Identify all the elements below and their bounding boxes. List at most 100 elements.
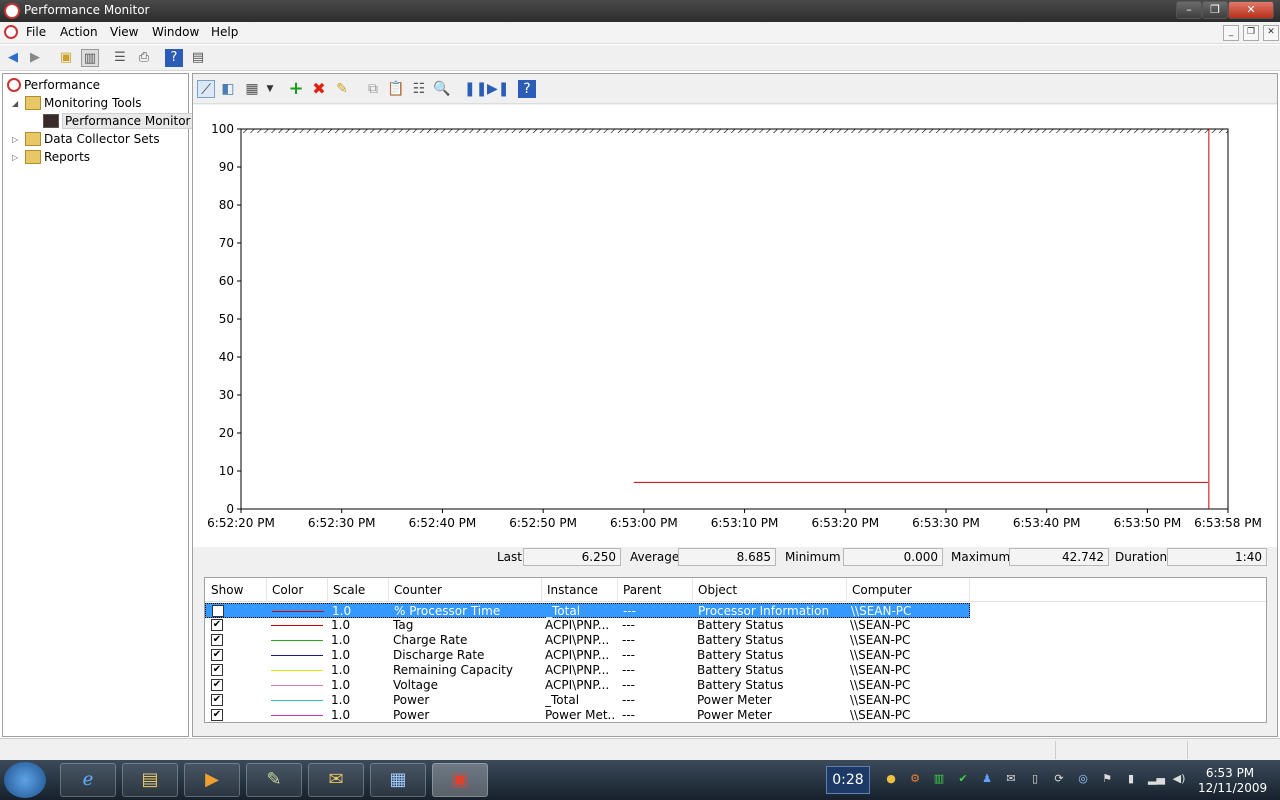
legend-row[interactable]: ✔ 1.0 Power _Total --- Power Meter \\SEAN-PC xyxy=(205,693,970,708)
network-monitor-icon[interactable]: ▥ xyxy=(932,772,946,786)
show-checkbox[interactable]: ✔ xyxy=(211,694,223,706)
legend-row[interactable]: 1.0 % Processor Time _Total --- Processor In… xyxy=(205,603,970,618)
mail-app-icon[interactable]: ✉ xyxy=(308,763,364,797)
x-tick-label: 6:53:20 PM xyxy=(811,516,879,530)
header-object[interactable]: Object xyxy=(698,583,737,597)
tree-item-reports[interactable]: Reports xyxy=(25,148,90,166)
cell-counter: Remaining Capacity xyxy=(393,663,513,677)
color-swatch xyxy=(271,685,323,686)
menu-action[interactable]: Action xyxy=(60,25,98,39)
legend-row[interactable]: ✔ 1.0 Discharge Rate ACPI\PNP... --- Battery … xyxy=(205,648,970,663)
show-checkbox[interactable]: ✔ xyxy=(211,664,223,676)
legend-row[interactable]: ✔ 1.0 Tag ACPI\PNP... --- Battery Status \\SEA… xyxy=(205,618,970,633)
help-icon[interactable]: ? xyxy=(518,80,536,98)
show-checkbox[interactable]: ✔ xyxy=(211,634,223,646)
freeze-display-icon[interactable]: ❚❚ xyxy=(464,80,487,98)
header-computer[interactable]: Computer xyxy=(852,583,912,597)
change-graph-type-icon[interactable]: ▦ xyxy=(243,80,261,98)
properties-icon[interactable]: ☰ xyxy=(111,49,129,67)
view-current-activity-icon[interactable]: ⟋ xyxy=(197,80,215,98)
reports-icon xyxy=(25,150,41,164)
wireless-signal-icon[interactable]: ▂▄ xyxy=(1148,772,1165,786)
windows-explorer-icon[interactable]: ▤ xyxy=(122,763,178,797)
mdi-close-button[interactable]: ✕ xyxy=(1263,25,1279,41)
show-action-pane-icon[interactable]: ▤ xyxy=(189,49,207,67)
menu-help[interactable]: Help xyxy=(211,25,238,39)
help-icon[interactable]: ? xyxy=(165,49,183,67)
checkmark-icon[interactable]: ✔ xyxy=(956,772,970,786)
sync-icon[interactable]: ⟳ xyxy=(1052,772,1066,786)
power-icon[interactable]: ▮ xyxy=(1124,772,1138,786)
y-tick-label: 60 xyxy=(219,274,234,288)
update-data-icon[interactable]: ▶❚ xyxy=(487,80,510,98)
tree-item-performance-monitor[interactable]: Performance Monitor xyxy=(43,112,194,130)
header-scale[interactable]: Scale xyxy=(333,583,365,597)
show-checkbox[interactable]: ✔ xyxy=(211,619,223,631)
system-menu-icon[interactable] xyxy=(4,25,18,39)
legend-row[interactable]: ✔ 1.0 Voltage ACPI\PNP... --- Battery Status \… xyxy=(205,678,970,693)
properties-icon[interactable]: ☷ xyxy=(410,80,428,98)
start-button[interactable] xyxy=(4,762,46,798)
users-icon[interactable]: ♟ xyxy=(980,772,994,786)
close-button[interactable]: ✕ xyxy=(1228,1,1274,19)
expand-icon[interactable]: ▷ xyxy=(12,153,18,162)
header-show[interactable]: Show xyxy=(211,583,243,597)
control-panel-icon[interactable]: ▦ xyxy=(370,763,426,797)
cell-parent: --- xyxy=(622,618,635,632)
expand-icon[interactable]: ▷ xyxy=(12,135,18,144)
show-checkbox[interactable] xyxy=(212,605,224,617)
internet-explorer-icon[interactable]: ℯ xyxy=(60,763,116,797)
menu-file[interactable]: File xyxy=(26,25,46,39)
back-icon[interactable]: ◀ xyxy=(4,49,22,67)
copy-properties-icon[interactable]: ⧉ xyxy=(364,80,382,98)
timer-badge[interactable]: 0:28 xyxy=(826,766,870,794)
device-icon[interactable]: ▯ xyxy=(1028,772,1042,786)
settings-gear-icon[interactable]: ⚙ xyxy=(908,772,922,786)
forward-icon[interactable]: ▶ xyxy=(26,49,44,67)
tree-item-monitoring-tools[interactable]: Monitoring Tools xyxy=(25,94,142,112)
cell-scale: 1.0 xyxy=(331,663,351,677)
legend-row[interactable]: ✔ 1.0 Power Power Met... --- Power Meter \\SEA… xyxy=(205,708,970,723)
header-instance[interactable]: Instance xyxy=(547,583,598,597)
maximize-button[interactable]: ❐ xyxy=(1202,1,1228,19)
show-checkbox[interactable]: ✔ xyxy=(211,709,223,721)
media-player-icon[interactable]: ▶ xyxy=(184,763,240,797)
show-checkbox[interactable]: ✔ xyxy=(211,679,223,691)
header-counter[interactable]: Counter xyxy=(394,583,442,597)
y-tick-label: 10 xyxy=(219,464,234,478)
minimize-button[interactable]: – xyxy=(1176,1,1202,19)
performance-monitor-taskbar-icon[interactable]: ▣ xyxy=(432,763,488,797)
notes-app-icon[interactable]: ✎ xyxy=(246,763,302,797)
mdi-minimize-button[interactable]: _ xyxy=(1223,25,1239,41)
chevron-down-icon[interactable]: ▼ xyxy=(261,80,279,98)
collapse-icon[interactable]: ◢ xyxy=(12,99,18,108)
add-counter-icon[interactable]: + xyxy=(287,80,305,98)
legend-row[interactable]: ✔ 1.0 Remaining Capacity ACPI\PNP... --- Batt… xyxy=(205,663,970,678)
cell-scale: 1.0 xyxy=(331,708,351,722)
menu-window[interactable]: Window xyxy=(152,25,199,39)
paste-counter-list-icon[interactable]: 📋 xyxy=(387,80,405,98)
mdi-restore-button[interactable]: ❐ xyxy=(1243,25,1259,41)
show-hide-tree-icon[interactable]: ▥ xyxy=(81,49,99,67)
menu-view[interactable]: View xyxy=(110,25,138,39)
header-color[interactable]: Color xyxy=(272,583,303,597)
show-checkbox[interactable]: ✔ xyxy=(211,649,223,661)
message-icon[interactable]: ✉ xyxy=(1004,772,1018,786)
cell-instance: ACPI\PNP... xyxy=(545,663,610,677)
header-parent[interactable]: Parent xyxy=(623,583,661,597)
tree-item-performance[interactable]: Performance xyxy=(7,76,100,94)
user-icon[interactable]: ● xyxy=(884,772,898,786)
drive-icon[interactable]: ◎ xyxy=(1076,772,1090,786)
system-clock[interactable]: 6:53 PM 12/11/2009 xyxy=(1198,766,1267,796)
delete-counter-icon[interactable]: ✖ xyxy=(310,80,328,98)
highlight-icon[interactable]: ✎ xyxy=(333,80,351,98)
legend-row[interactable]: ✔ 1.0 Charge Rate ACPI\PNP... --- Battery Sta… xyxy=(205,633,970,648)
x-tick-label: 6:53:10 PM xyxy=(711,516,779,530)
zoom-icon[interactable]: 🔍 xyxy=(433,80,451,98)
action-center-flag-icon[interactable]: ⚑ xyxy=(1100,772,1114,786)
volume-icon[interactable]: ◀) xyxy=(1172,772,1186,786)
tree-item-data-collector-sets[interactable]: Data Collector Sets xyxy=(25,130,160,148)
view-log-data-icon[interactable]: ◧ xyxy=(219,80,237,98)
print-icon[interactable]: ⎙ xyxy=(135,49,153,67)
up-folder-icon[interactable]: ▣ xyxy=(57,49,75,67)
